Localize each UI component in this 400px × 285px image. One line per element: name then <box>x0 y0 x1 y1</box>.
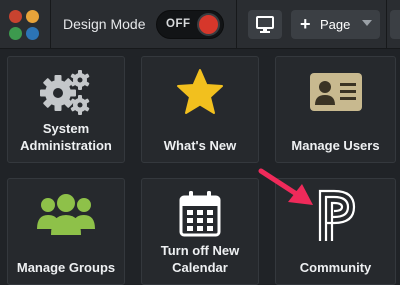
tile-manage-users[interactable]: Manage Users <box>275 56 396 163</box>
tile-label: System Administration <box>20 121 112 153</box>
divider <box>386 0 387 49</box>
id-card-icon <box>276 67 395 117</box>
star-icon <box>142 67 258 117</box>
tile-label: Manage Groups <box>16 260 116 275</box>
monitor-icon <box>256 16 274 33</box>
tile-label: Turn off New Calendar <box>160 243 240 275</box>
tile-turn-off-new-calendar[interactable]: Turn off New Calendar <box>141 178 259 285</box>
divider <box>50 0 51 49</box>
add-page-button[interactable]: + Page <box>291 10 380 39</box>
overflow-button[interactable] <box>390 10 400 39</box>
design-mode-toggle[interactable]: OFF <box>156 10 224 39</box>
tile-manage-groups[interactable]: Manage Groups <box>7 178 125 285</box>
tile-whats-new[interactable]: What's New <box>141 56 259 163</box>
plus-icon: + <box>300 14 311 34</box>
preview-button[interactable] <box>248 10 282 39</box>
tile-label: What's New <box>163 138 237 153</box>
tile-label: Community <box>299 260 372 275</box>
design-mode-label: Design Mode <box>63 16 146 32</box>
page-button-label: Page <box>320 17 351 32</box>
annotation-arrow-icon <box>258 168 313 205</box>
toggle-state-label: OFF <box>166 18 191 30</box>
divider <box>236 0 237 49</box>
gears-icon <box>8 67 124 117</box>
users-group-icon <box>8 189 124 239</box>
top-bar: Design Mode OFF + Page <box>0 0 400 49</box>
toggle-knob <box>197 13 220 36</box>
caret-down-icon <box>362 20 372 26</box>
tile-system-administration[interactable]: System Administration <box>7 56 125 163</box>
calendar-icon <box>142 189 258 239</box>
app-logo-icon[interactable] <box>7 8 41 42</box>
tile-label: Manage Users <box>291 138 380 153</box>
